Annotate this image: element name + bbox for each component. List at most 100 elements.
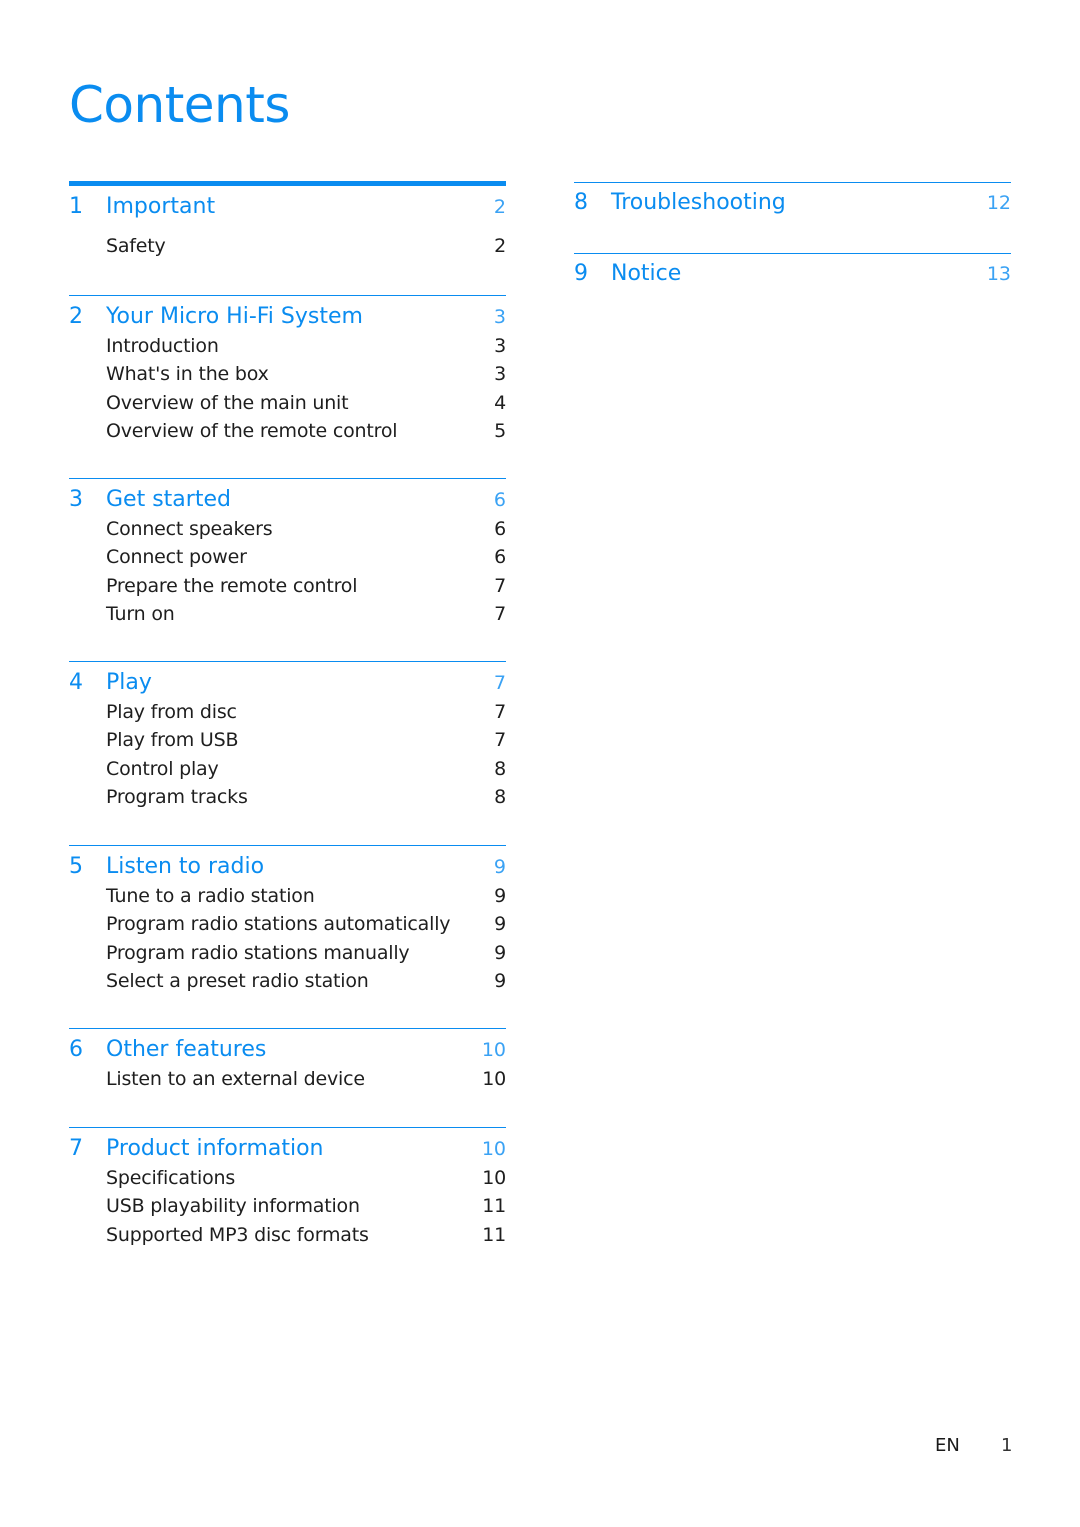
toc-subsection-entry[interactable]: USB playability information 11 — [69, 1192, 506, 1220]
toc-section: 6 Other features 10 Listen to an external d… — [69, 1028, 506, 1093]
toc-subsection-entry[interactable]: Safety 2 — [69, 232, 506, 260]
subsection-title-link[interactable]: Overview of the remote control — [106, 417, 398, 445]
subsection-page-number: 7 — [494, 574, 506, 597]
chapter-title-link[interactable]: Other features — [106, 1035, 266, 1065]
subsection-title-link[interactable]: Safety — [106, 232, 166, 260]
page-title: Contents — [69, 76, 290, 134]
subsection-page-number: 6 — [494, 546, 506, 569]
chapter-page-number: 10 — [481, 1138, 506, 1160]
subsection-title-link[interactable]: Connect speakers — [106, 515, 273, 543]
chapter-title-link[interactable]: Listen to radio — [106, 852, 264, 882]
chapter-page-number: 12 — [986, 192, 1011, 214]
chapter-number: 8 — [574, 190, 588, 215]
subsection-page-number: 9 — [494, 885, 506, 907]
toc-subsection-entry[interactable]: Overview of the remote control 5 — [69, 417, 506, 445]
toc-chapter-entry[interactable]: 5 Listen to radio 9 — [69, 852, 506, 882]
subsection-page-number: 8 — [494, 786, 506, 809]
subsection-title-link[interactable]: Connect power — [106, 543, 247, 571]
subsection-page-number: 11 — [482, 1223, 506, 1246]
toc-subsection-entry[interactable]: Specifications 10 — [69, 1164, 506, 1192]
subsection-title-link[interactable]: Control play — [106, 755, 219, 783]
toc-subsection-entry[interactable]: Introduction 3 — [69, 332, 506, 360]
subsection-page-number: 7 — [494, 729, 506, 752]
subsection-title-link[interactable]: What's in the box — [106, 360, 269, 388]
toc-subsection-entry[interactable]: Control play 8 — [69, 755, 506, 783]
toc-chapter-entry[interactable]: 9 Notice 13 — [574, 259, 1011, 289]
subsection-page-number: 9 — [494, 970, 506, 993]
toc-chapter-entry[interactable]: 2 Your Micro Hi-Fi System 3 — [69, 302, 506, 332]
chapter-page-number: 6 — [493, 489, 506, 511]
chapter-page-number: 13 — [986, 263, 1011, 285]
subsection-page-number: 8 — [494, 757, 506, 780]
subsection-page-number: 3 — [494, 335, 506, 357]
chapter-number: 5 — [69, 854, 83, 879]
toc-subsection-entry[interactable]: Tune to a radio station 9 — [69, 882, 506, 910]
subsection-title-link[interactable]: Prepare the remote control — [106, 572, 358, 600]
subsection-title-link[interactable]: Turn on — [106, 600, 175, 628]
toc-subsection-entry[interactable]: Listen to an external device 10 — [69, 1065, 506, 1093]
toc-subsection-entry[interactable]: Program radio stations manually 9 — [69, 939, 506, 967]
toc-subsection-entry[interactable]: What's in the box 3 — [69, 360, 506, 388]
toc-subsection-entry[interactable]: Connect power 6 — [69, 543, 506, 571]
subsection-page-number: 3 — [494, 363, 506, 386]
subsection-title-link[interactable]: Program radio stations automatically — [106, 910, 451, 938]
language-code: EN — [935, 1435, 960, 1456]
subsection-title-link[interactable]: Listen to an external device — [106, 1065, 365, 1093]
chapter-number: 9 — [574, 261, 588, 286]
chapter-title-link[interactable]: Get started — [106, 485, 231, 515]
subsection-page-number: 9 — [494, 941, 506, 964]
toc-section: 4 Play 7 Play from disc 7 Play from USB 7 Contr… — [69, 661, 506, 812]
toc-section: 9 Notice 13 — [574, 253, 1011, 289]
toc-section: 5 Listen to radio 9 Tune to a radio station… — [69, 845, 506, 996]
chapter-title-link[interactable]: Your Micro Hi-Fi System — [106, 302, 363, 332]
toc-chapter-entry[interactable]: 4 Play 7 — [69, 668, 506, 698]
subsection-title-link[interactable]: USB playability information — [106, 1192, 360, 1220]
toc-chapter-entry[interactable]: 3 Get started 6 — [69, 485, 506, 515]
subsection-title-link[interactable]: Select a preset radio station — [106, 967, 369, 995]
chapter-page-number: 10 — [481, 1039, 506, 1061]
page-number: 1 — [1001, 1435, 1013, 1456]
toc-subsection-entry[interactable]: Select a preset radio station 9 — [69, 967, 506, 995]
toc-subsection-entry[interactable]: Play from USB 7 — [69, 726, 506, 754]
subsection-title-link[interactable]: Program radio stations manually — [106, 939, 410, 967]
subsection-title-link[interactable]: Play from USB — [106, 726, 239, 754]
chapter-number: 3 — [69, 487, 83, 512]
toc-chapter-entry[interactable]: 1 Important 2 — [69, 192, 506, 222]
toc-subsection-entry[interactable]: Connect speakers 6 — [69, 515, 506, 543]
subsection-title-link[interactable]: Supported MP3 disc formats — [106, 1221, 369, 1249]
chapter-title-link[interactable]: Notice — [611, 259, 681, 289]
chapter-page-number: 7 — [493, 672, 506, 694]
subsection-title-link[interactable]: Specifications — [106, 1164, 235, 1192]
chapter-number: 6 — [69, 1037, 83, 1062]
toc-chapter-entry[interactable]: 6 Other features 10 — [69, 1035, 506, 1065]
subsection-page-number: 9 — [494, 913, 506, 936]
chapter-title-link[interactable]: Play — [106, 668, 152, 698]
chapter-title-link[interactable]: Product information — [106, 1134, 324, 1164]
subsection-title-link[interactable]: Tune to a radio station — [106, 882, 315, 910]
toc-subsection-entry[interactable]: Play from disc 7 — [69, 698, 506, 726]
toc-section: 2 Your Micro Hi-Fi System 3 Introduction 3 Wh… — [69, 295, 506, 446]
subsection-page-number: 10 — [482, 1167, 506, 1189]
toc-subsection-entry[interactable]: Turn on 7 — [69, 600, 506, 628]
toc-section: 7 Product information 10 Specifications 10 US… — [69, 1127, 506, 1249]
toc-subsection-entry[interactable]: Overview of the main unit 4 — [69, 389, 506, 417]
subsection-page-number: 6 — [494, 518, 506, 540]
toc-chapter-entry[interactable]: 7 Product information 10 — [69, 1134, 506, 1164]
chapter-number: 4 — [69, 670, 83, 695]
toc-subsection-entry[interactable]: Program radio stations automatically 9 — [69, 910, 506, 938]
chapter-title-link[interactable]: Important — [106, 192, 215, 222]
subsection-page-number: 7 — [494, 603, 506, 626]
toc-subsection-entry[interactable]: Program tracks 8 — [69, 783, 506, 811]
subsection-title-link[interactable]: Program tracks — [106, 783, 248, 811]
toc-subsection-entry[interactable]: Prepare the remote control 7 — [69, 572, 506, 600]
toc-section: 8 Troubleshooting 12 — [574, 182, 1011, 218]
subsection-title-link[interactable]: Overview of the main unit — [106, 389, 349, 417]
page-footer: EN 1 — [935, 1435, 1012, 1456]
chapter-number: 7 — [69, 1136, 83, 1161]
subsection-title-link[interactable]: Play from disc — [106, 698, 237, 726]
subsection-title-link[interactable]: Introduction — [106, 332, 219, 360]
subsection-page-number: 2 — [494, 235, 506, 257]
toc-subsection-entry[interactable]: Supported MP3 disc formats 11 — [69, 1221, 506, 1249]
toc-chapter-entry[interactable]: 8 Troubleshooting 12 — [574, 188, 1011, 218]
chapter-title-link[interactable]: Troubleshooting — [611, 188, 786, 218]
